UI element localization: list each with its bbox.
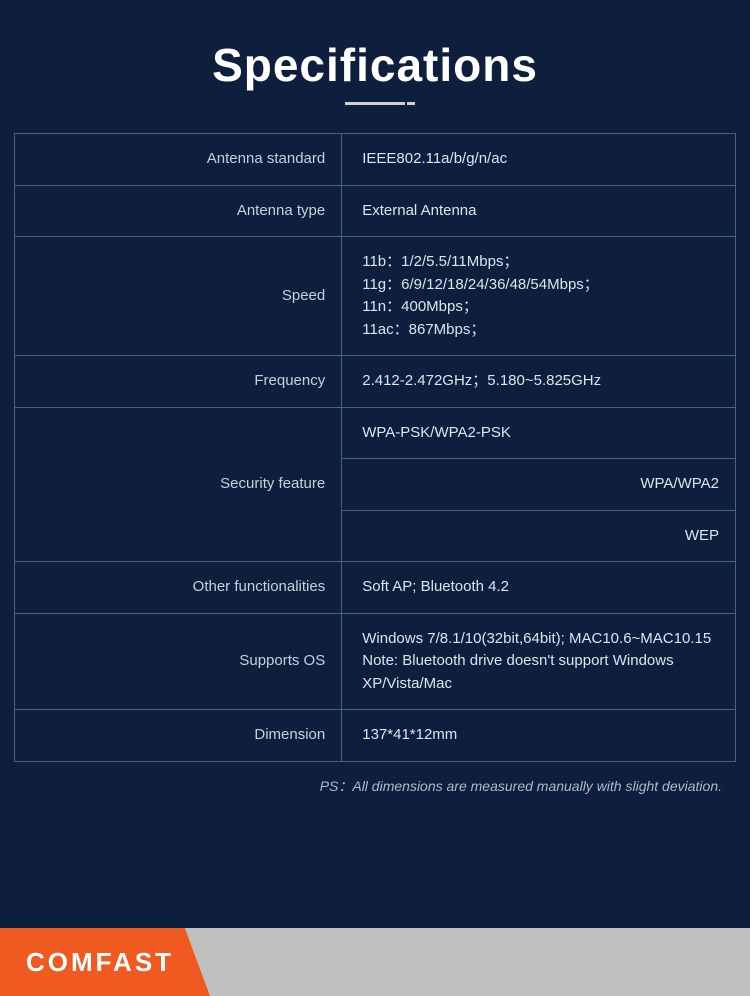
ps-note-text: PS：All dimensions are measured manually … <box>14 766 736 807</box>
divider-line <box>345 102 405 105</box>
row-value: WPA/WPA2 <box>342 459 736 511</box>
row-label: Security feature <box>15 407 342 562</box>
brand-text: COMFAST <box>26 947 174 978</box>
row-label: Antenna type <box>15 185 342 237</box>
row-value: IEEE802.11a/b/g/n/ac <box>342 134 736 186</box>
table-row: Supports OS Windows 7/8.1/10(32bit,64bit… <box>15 613 736 710</box>
specs-table-container: Antenna standard IEEE802.11a/b/g/n/ac An… <box>0 123 750 928</box>
page-title: Specifications <box>0 38 750 92</box>
row-label: Antenna standard <box>15 134 342 186</box>
table-row: Frequency 2.412-2.472GHz；5.180~5.825GHz <box>15 356 736 408</box>
ps-note-table: PS：All dimensions are measured manually … <box>14 766 736 807</box>
row-value: Windows 7/8.1/10(32bit,64bit); MAC10.6~M… <box>342 613 736 710</box>
table-row: Other functionalities Soft AP; Bluetooth… <box>15 562 736 614</box>
row-label: Speed <box>15 237 342 356</box>
table-row: Security feature WPA-PSK/WPA2-PSK <box>15 407 736 459</box>
row-label: Dimension <box>15 710 342 762</box>
header-divider <box>0 102 750 105</box>
row-value: WEP <box>342 510 736 562</box>
table-row: Antenna type External Antenna <box>15 185 736 237</box>
row-value: Soft AP; Bluetooth 4.2 <box>342 562 736 614</box>
row-label: Other functionalities <box>15 562 342 614</box>
table-row: Antenna standard IEEE802.11a/b/g/n/ac <box>15 134 736 186</box>
row-value: External Antenna <box>342 185 736 237</box>
footer: COMFAST <box>0 928 750 996</box>
row-label: Frequency <box>15 356 342 408</box>
table-row: Speed 11b：1/2/5.5/11Mbps； 11g：6/9/12/18/… <box>15 237 736 356</box>
row-value: 137*41*12mm <box>342 710 736 762</box>
row-label: Supports OS <box>15 613 342 710</box>
table-row: Dimension 137*41*12mm <box>15 710 736 762</box>
row-value: 2.412-2.472GHz；5.180~5.825GHz <box>342 356 736 408</box>
header: Specifications <box>0 0 750 123</box>
row-value: 11b：1/2/5.5/11Mbps； 11g：6/9/12/18/24/36/… <box>342 237 736 356</box>
specs-table: Antenna standard IEEE802.11a/b/g/n/ac An… <box>14 133 736 762</box>
brand-logo: COMFAST <box>0 928 210 996</box>
ps-note-row: PS：All dimensions are measured manually … <box>14 766 736 807</box>
row-value: WPA-PSK/WPA2-PSK <box>342 407 736 459</box>
page-wrapper: Specifications Antenna standard IEEE802.… <box>0 0 750 996</box>
